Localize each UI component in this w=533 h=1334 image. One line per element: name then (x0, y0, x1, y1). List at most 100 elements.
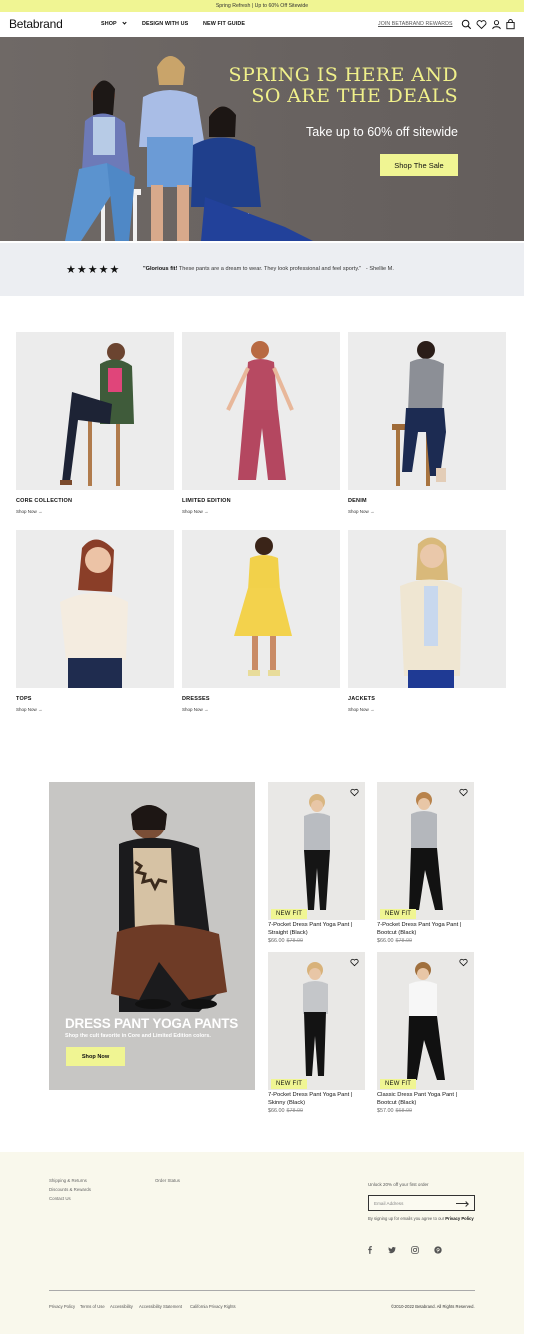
shop-now-link[interactable]: Shop Now → (182, 707, 340, 712)
category-title[interactable]: LIMITED EDITION (182, 498, 340, 504)
join-rewards-link[interactable]: JOIN BETABRAND REWARDS (378, 21, 453, 27)
feature-title: DRESS PANT YOGA PANTS (65, 1016, 239, 1031)
shop-now-link[interactable]: Shop Now → (348, 707, 506, 712)
product-card[interactable]: NEW FIT 7-Pocket Dress Pant Yoga Pant | S… (268, 952, 365, 1114)
shop-now-link[interactable]: Shop Now → (182, 509, 340, 514)
account-icon[interactable] (491, 19, 502, 30)
site-header: Betabrand SHOP DESIGN WITH US NEW FIT GU… (0, 12, 524, 37)
sale-price: $66.00 (377, 938, 394, 945)
category-card-core-collection[interactable]: CORE COLLECTION Shop Now → (16, 332, 174, 514)
sale-price: $66.00 (268, 938, 285, 945)
product-name[interactable]: 7-Pocket Dress Pant Yoga Pant | Straight … (268, 922, 365, 937)
product-price: $66.00 $78.00 (268, 938, 365, 944)
category-title[interactable]: JACKETS (348, 696, 506, 702)
category-title[interactable]: DRESSES (182, 696, 340, 702)
product-name-line1: 7-Pocket Dress Pant Yoga Pant | (268, 1092, 353, 1098)
original-price: $78.00 (286, 1108, 304, 1115)
original-price: $68.00 (395, 1108, 413, 1115)
footer-link-shipping-returns[interactable]: Shipping & Returns (49, 1178, 87, 1183)
legal-link-privacy-policy[interactable]: Privacy Policy (49, 1304, 75, 1309)
product-name[interactable]: 7-Pocket Dress Pant Yoga Pant | Skinny (B… (268, 1092, 365, 1107)
category-image[interactable] (182, 332, 340, 490)
sale-price: $57.00 (377, 1108, 394, 1115)
shop-now-link[interactable]: Shop Now → (16, 509, 174, 514)
email-placeholder: Email Address (374, 1201, 404, 1206)
category-image[interactable] (182, 530, 340, 688)
hero-banner[interactable]: SPRING IS HERE AND SO ARE THE DEALS Take… (0, 37, 524, 241)
nav-new-fit-guide[interactable]: NEW FIT GUIDE (203, 21, 245, 27)
shop-the-sale-button[interactable]: Shop The Sale (380, 154, 458, 176)
legal-link-accessibility[interactable]: Accessibility (110, 1304, 133, 1309)
product-image[interactable]: NEW FIT (377, 782, 474, 920)
footer-link-order-status[interactable]: Order Status (155, 1178, 180, 1183)
legal-link-california-privacy-rights[interactable]: California Privacy Rights (190, 1304, 236, 1309)
heart-icon[interactable] (476, 19, 487, 30)
promo-bar[interactable]: Spring Refresh | Up to 60% Off Sitewide (0, 0, 524, 12)
feature-shop-now-button[interactable]: Shop Now (66, 1047, 125, 1066)
category-card-dresses[interactable]: DRESSES Shop Now → (182, 530, 340, 712)
nav-shop[interactable]: SHOP (101, 20, 127, 27)
category-image[interactable] (348, 530, 506, 688)
product-name[interactable]: 7-Pocket Dress Pant Yoga Pant | Bootcut (… (377, 922, 474, 937)
category-card-denim[interactable]: DENIM Shop Now → (348, 332, 506, 514)
privacy-policy-link[interactable]: Privacy Policy (445, 1216, 473, 1221)
pinterest-icon[interactable] (434, 1246, 442, 1254)
hero-headline-line1: SPRING IS HERE AND (228, 64, 458, 86)
hero-subhead: Take up to 60% off sitewide (306, 125, 458, 139)
legal-link-terms-of-use[interactable]: Terms of Use (80, 1304, 105, 1309)
original-price: $78.00 (395, 938, 413, 945)
promo-text[interactable]: Spring Refresh | Up to 60% Off Sitewide (216, 3, 308, 9)
product-card[interactable]: NEW FIT Classic Dress Pant Yoga Pant | Bo… (377, 952, 474, 1114)
search-icon[interactable] (461, 19, 472, 30)
product-price: $66.00 $78.00 (377, 938, 474, 944)
product-name[interactable]: Classic Dress Pant Yoga Pant | Bootcut (B… (377, 1092, 474, 1107)
instagram-icon[interactable] (411, 1246, 419, 1254)
product-image[interactable]: NEW FIT (377, 952, 474, 1090)
email-field[interactable]: Email Address (368, 1195, 475, 1211)
wishlist-heart-icon[interactable] (350, 788, 359, 797)
category-card-jackets[interactable]: JACKETS Shop Now → (348, 530, 506, 712)
nav-design-with-us[interactable]: DESIGN WITH US (142, 21, 188, 27)
site-footer: Shipping & Returns Discounts & Rewards C… (0, 1152, 524, 1334)
footer-link-discounts-rewards[interactable]: Discounts & Rewards (49, 1187, 91, 1192)
facebook-icon[interactable] (366, 1246, 374, 1254)
newsletter-heading: Unlock 20% off your first order (368, 1182, 429, 1187)
shop-now-link[interactable]: Shop Now → (16, 707, 174, 712)
category-image[interactable] (348, 332, 506, 490)
product-photo (407, 962, 445, 1080)
twitter-icon[interactable] (388, 1246, 396, 1254)
product-name-line2: Skinny (Black) (268, 1099, 306, 1106)
chevron-down-icon (122, 20, 127, 25)
product-image[interactable]: NEW FIT (268, 952, 365, 1090)
product-price: $57.00 $68.00 (377, 1108, 474, 1114)
wishlist-heart-icon[interactable] (459, 788, 468, 797)
signup-note-text: By signing up for emails you agree to ou… (368, 1216, 446, 1221)
product-card[interactable]: NEW FIT 7-Pocket Dress Pant Yoga Pant | B… (377, 782, 474, 944)
product-photo (409, 792, 443, 910)
category-title[interactable]: DENIM (348, 498, 506, 504)
signup-note: By signing up for emails you agree to ou… (368, 1216, 478, 1222)
bag-icon[interactable] (505, 19, 516, 30)
brand-logo[interactable]: Betabrand (9, 17, 63, 31)
product-name-line2: Straight (Black) (268, 929, 308, 936)
wishlist-heart-icon[interactable] (350, 958, 359, 967)
category-title[interactable]: CORE COLLECTION (16, 498, 174, 504)
category-card-limited-edition[interactable]: LIMITED EDITION Shop Now → (182, 332, 340, 514)
category-image[interactable] (16, 530, 174, 688)
category-card-tops[interactable]: TOPS Shop Now → (16, 530, 174, 712)
shop-now-link[interactable]: Shop Now → (348, 509, 506, 514)
product-name-line1: 7-Pocket Dress Pant Yoga Pant | (268, 922, 353, 928)
footer-link-contact-us[interactable]: Contact Us (49, 1196, 71, 1201)
product-image[interactable]: NEW FIT (268, 782, 365, 920)
arrow-right-icon[interactable] (456, 1203, 468, 1204)
wishlist-heart-icon[interactable] (459, 958, 468, 967)
category-title[interactable]: TOPS (16, 696, 174, 702)
category-image[interactable] (16, 332, 174, 490)
legal-link-accessibility-statement[interactable]: Accessibility Statement (139, 1304, 182, 1309)
feature-dress-pant-yoga-pants[interactable]: DRESS PANT YOGA PANTS Shop the cult favo… (49, 782, 255, 1090)
new-fit-badge: NEW FIT (271, 1079, 308, 1089)
product-card[interactable]: NEW FIT 7-Pocket Dress Pant Yoga Pant | S… (268, 782, 365, 944)
review-quote-bold: "Glorious fit! (143, 266, 178, 272)
new-fit-badge: NEW FIT (380, 1079, 417, 1089)
new-fit-badge: NEW FIT (271, 909, 308, 919)
